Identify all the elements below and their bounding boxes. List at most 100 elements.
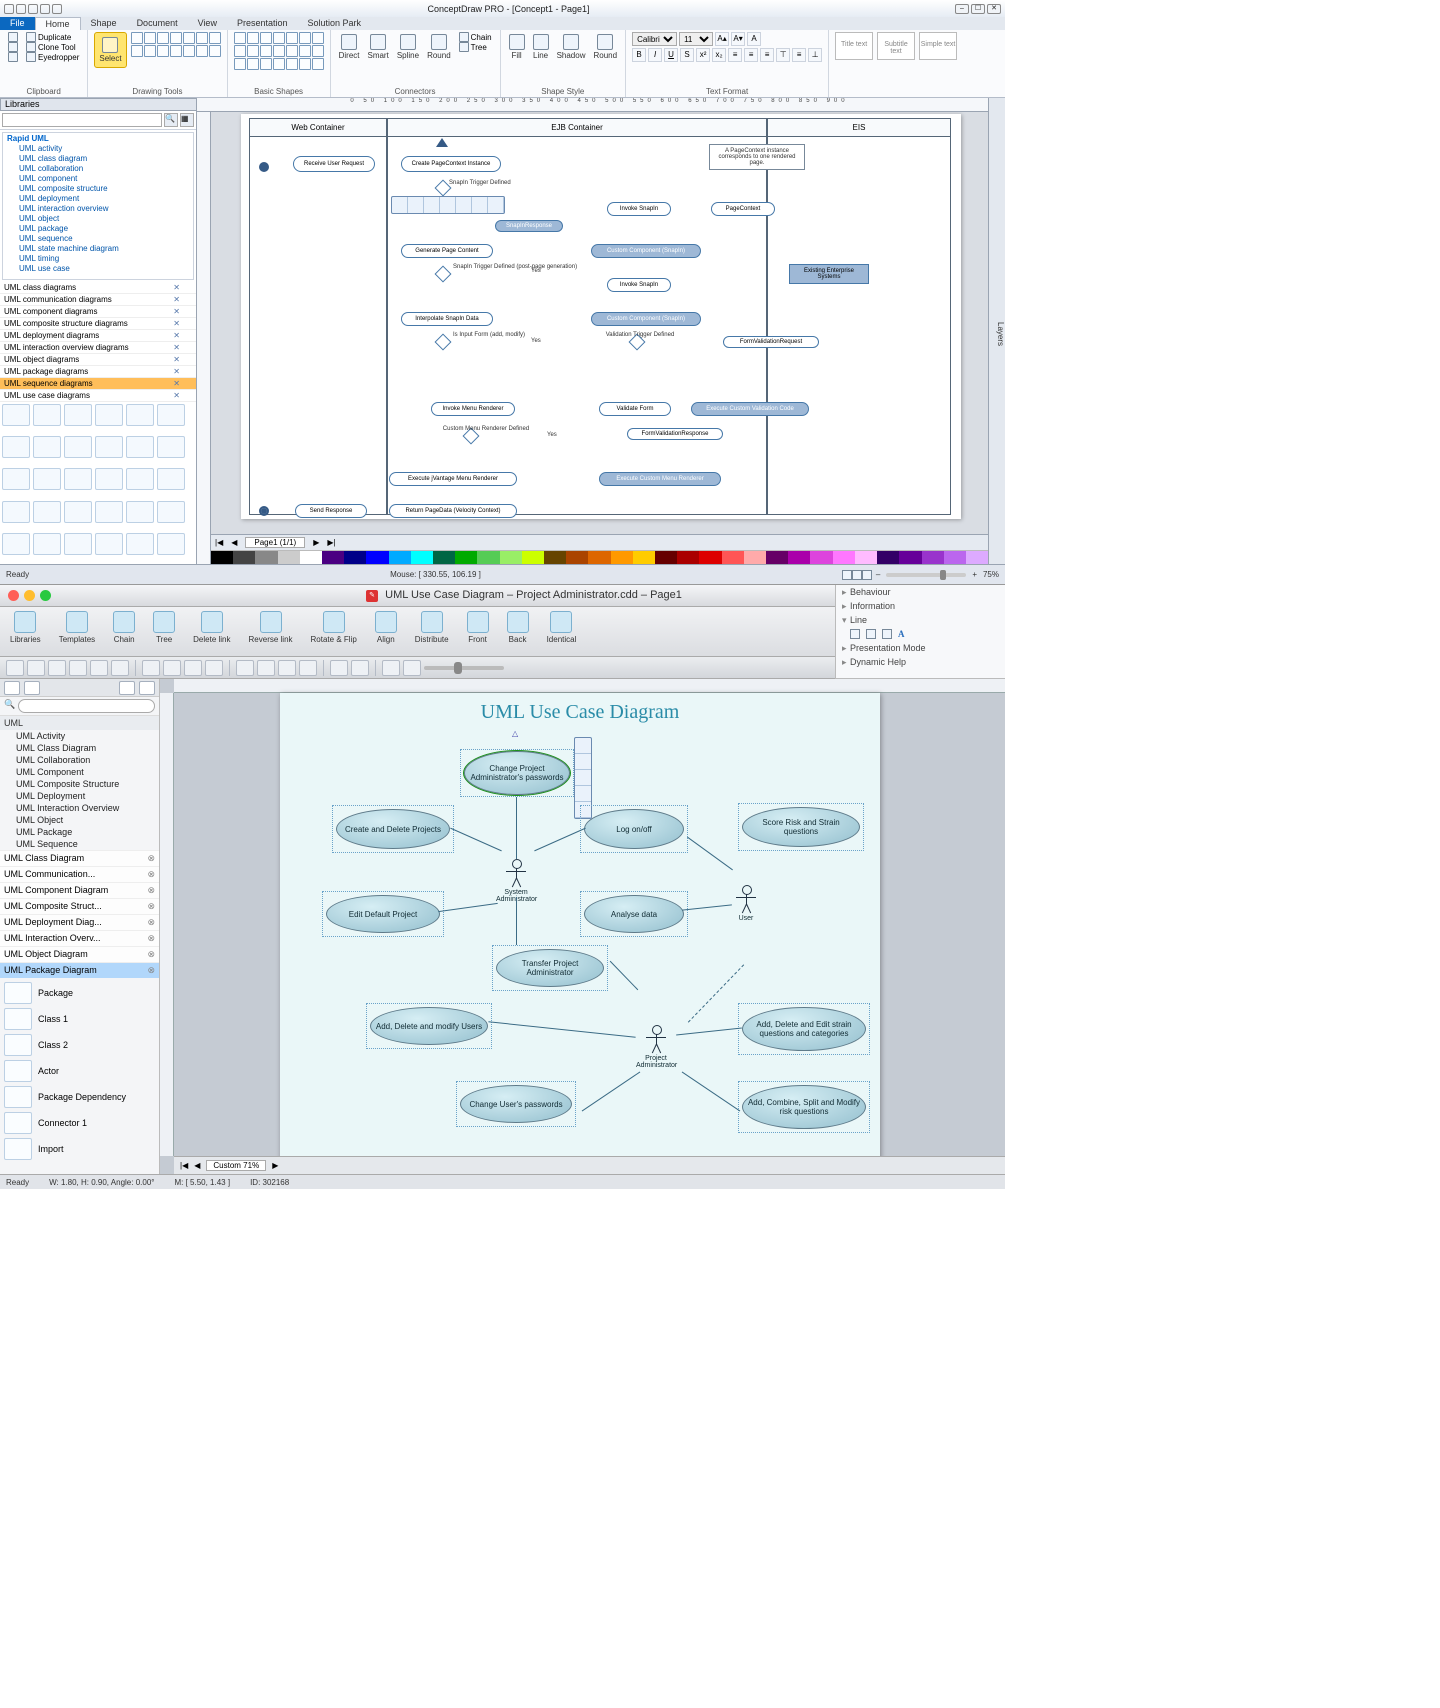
activity-node[interactable]: Interpolate SnapIn Data: [401, 312, 493, 326]
usecase[interactable]: Analyse data: [584, 895, 684, 933]
mac-close-button[interactable]: [8, 590, 19, 601]
library-tree-item[interactable]: UML component: [3, 174, 193, 184]
tool-b[interactable]: [144, 45, 156, 57]
openlib-item[interactable]: UML Communication...⊗: [0, 866, 159, 882]
library-search-button[interactable]: 🔍: [164, 113, 178, 127]
message-node[interactable]: FormValidationResponse: [627, 428, 723, 440]
ft-left-icon[interactable]: [392, 197, 408, 213]
tool-rect[interactable]: [183, 32, 195, 44]
panel-tab-grid-icon[interactable]: [24, 681, 40, 695]
library-tree-item[interactable]: UML state machine diagram: [3, 244, 193, 254]
italic-button[interactable]: I: [648, 48, 662, 62]
minimize-button[interactable]: –: [955, 4, 969, 14]
qat-redo-icon[interactable]: [52, 4, 62, 14]
shape-class2[interactable]: Class 2: [4, 1034, 155, 1056]
panel-tab-search-icon[interactable]: [139, 681, 155, 695]
palette-shape[interactable]: [126, 436, 154, 458]
activity-node[interactable]: Return PageData (Velocity Context): [389, 504, 517, 518]
underline-button[interactable]: U: [664, 48, 678, 62]
conn-ortho[interactable]: [278, 660, 296, 676]
usecase[interactable]: Create and Delete Projects: [336, 809, 450, 849]
conn-curve[interactable]: [257, 660, 275, 676]
page-zoom-label[interactable]: Custom 71%: [206, 1160, 266, 1171]
openlib-item[interactable]: UML Composite Struct...⊗: [0, 898, 159, 914]
bold-button[interactable]: B: [632, 48, 646, 62]
library-tree-item[interactable]: UML composite structure: [3, 184, 193, 194]
qat-undo-icon[interactable]: [40, 4, 50, 14]
basicshape[interactable]: [234, 45, 246, 57]
style-simple[interactable]: Simple text: [919, 32, 957, 60]
tree-button[interactable]: Tree: [457, 42, 494, 52]
panel-tab-list-icon[interactable]: [4, 681, 20, 695]
activity-node[interactable]: Create PageContext Instance: [401, 156, 501, 172]
activity-node[interactable]: Generate Page Content: [401, 244, 493, 258]
tool-f[interactable]: [196, 45, 208, 57]
conn-angle[interactable]: [299, 660, 317, 676]
usecase[interactable]: Change User's passwords: [460, 1085, 572, 1123]
close-library-icon[interactable]: ✕: [173, 379, 180, 388]
usecase[interactable]: Transfer Project Administrator: [496, 949, 604, 987]
tree-item[interactable]: UML Object: [0, 814, 159, 826]
spline-tool[interactable]: [184, 660, 202, 676]
style-subtitle[interactable]: Subtitle text: [877, 32, 915, 60]
library-tree-item[interactable]: UML collaboration: [3, 164, 193, 174]
close-lib-icon[interactable]: ⊗: [147, 901, 155, 912]
shadow-button[interactable]: Shadow: [555, 32, 588, 62]
line-style-button[interactable]: Line: [531, 32, 551, 62]
tool-e[interactable]: [183, 45, 195, 57]
basicshape[interactable]: [312, 45, 324, 57]
tab-shape[interactable]: Shape: [81, 17, 127, 30]
tree-item[interactable]: UML Sequence: [0, 838, 159, 850]
customcomponent-node[interactable]: Custom Component (SnapIn): [591, 244, 701, 258]
zoom-out-btn[interactable]: [382, 660, 400, 676]
zoom-out[interactable]: –: [876, 570, 880, 579]
library-tree-item[interactable]: UML class diagram: [3, 154, 193, 164]
shape-import[interactable]: Import: [4, 1138, 155, 1160]
page-prev[interactable]: ◀: [194, 1161, 200, 1170]
palette-shape[interactable]: [157, 533, 185, 555]
openlib-item[interactable]: UML Interaction Overv...⊗: [0, 930, 159, 946]
palette-shape[interactable]: [64, 501, 92, 523]
open-library[interactable]: UML component diagrams✕: [0, 306, 196, 318]
palette-shape[interactable]: [126, 404, 154, 426]
pen-icon[interactable]: [850, 629, 860, 639]
tree-item[interactable]: UML Interaction Overview: [0, 802, 159, 814]
inspector-presentation[interactable]: ▸Presentation Mode: [836, 641, 1005, 655]
palette-shape[interactable]: [64, 533, 92, 555]
round-tool[interactable]: [205, 660, 223, 676]
system-node[interactable]: Existing Enterprise Systems: [789, 264, 869, 284]
qat-save-icon[interactable]: [28, 4, 38, 14]
close-library-icon[interactable]: ✕: [173, 295, 180, 304]
palette-shape[interactable]: [33, 501, 61, 523]
tree-item[interactable]: UML Deployment: [0, 790, 159, 802]
tb-libraries[interactable]: Libraries: [10, 611, 41, 656]
ft-round-icon[interactable]: [424, 197, 440, 213]
openlib-item-active[interactable]: UML Package Diagram⊗: [0, 962, 159, 978]
usecase[interactable]: Add, Combine, Split and Modify risk ques…: [742, 1085, 866, 1129]
fill-button[interactable]: Fill: [507, 32, 527, 62]
tab-file[interactable]: File: [0, 17, 35, 30]
close-library-icon[interactable]: ✕: [173, 307, 180, 316]
open-library[interactable]: UML communication diagrams✕: [0, 294, 196, 306]
align-right-button[interactable]: ≡: [760, 48, 774, 62]
palette-shape[interactable]: [95, 404, 123, 426]
zoom-in-btn[interactable]: [403, 660, 421, 676]
style-title[interactable]: Title text: [835, 32, 873, 60]
close-lib-icon[interactable]: ⊗: [147, 853, 155, 864]
activity-node[interactable]: Invoke Menu Renderer: [431, 402, 515, 416]
direct-connector-button[interactable]: Direct: [337, 32, 362, 62]
tb-templates[interactable]: Templates: [59, 611, 95, 656]
paste-button[interactable]: [6, 52, 20, 62]
diagram-page[interactable]: Web Container EJB Container EIS Receive …: [241, 114, 961, 519]
tool-a[interactable]: [131, 45, 143, 57]
library-tree-item[interactable]: UML activity: [3, 144, 193, 154]
mac-zoom-slider[interactable]: [424, 666, 504, 670]
page-first[interactable]: |◀: [215, 538, 223, 547]
tree-item[interactable]: UML Collaboration: [0, 754, 159, 766]
line-tool[interactable]: [142, 660, 160, 676]
spline-connector-button[interactable]: Spline: [395, 32, 421, 62]
tab-document[interactable]: Document: [127, 17, 188, 30]
open-library[interactable]: UML class diagrams✕: [0, 282, 196, 294]
basicshape[interactable]: [299, 32, 311, 44]
close-library-icon[interactable]: ✕: [173, 391, 180, 400]
